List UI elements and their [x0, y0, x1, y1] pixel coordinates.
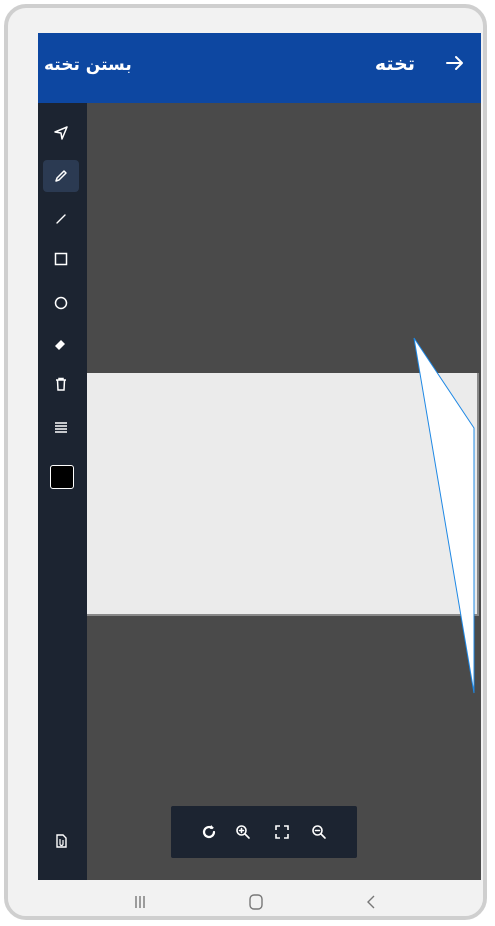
navigation-arrow-icon [54, 126, 68, 140]
line-icon [56, 214, 66, 224]
refresh-button[interactable] [198, 821, 220, 843]
pen-tool-button[interactable] [43, 160, 79, 192]
system-navigation-bar [8, 880, 483, 916]
back-icon[interactable] [362, 892, 382, 912]
zoom-out-icon [312, 825, 326, 839]
circle-tool-button[interactable] [43, 287, 79, 319]
zoom-out-button[interactable] [308, 821, 330, 843]
fullscreen-button[interactable] [271, 821, 293, 843]
attach-file-button[interactable] [43, 825, 79, 857]
home-icon[interactable] [246, 892, 266, 912]
color-swatch[interactable] [50, 465, 74, 489]
fullscreen-icon [275, 825, 289, 839]
tool-sidebar [38, 103, 87, 880]
circle-icon [54, 296, 68, 310]
zoom-toolbar [171, 806, 357, 858]
eraser-icon [55, 340, 65, 350]
zoom-in-icon [236, 825, 250, 839]
rectangle-tool-button[interactable] [43, 243, 79, 275]
zoom-in-button[interactable] [232, 821, 254, 843]
refresh-icon [202, 825, 216, 839]
attachment-file-icon [56, 834, 67, 848]
lines-icon [55, 422, 67, 433]
select-tool-button[interactable] [43, 117, 79, 149]
delete-tool-button[interactable] [43, 368, 79, 400]
pencil-icon [55, 170, 67, 182]
pen-stroke-drawing [413, 337, 475, 694]
square-icon [54, 252, 68, 266]
eraser-tool-button[interactable] [43, 328, 79, 360]
recent-apps-icon[interactable] [130, 892, 150, 912]
whiteboard-screen: بستن تخته تخته [38, 33, 481, 880]
trash-icon [56, 377, 66, 391]
line-tool-button[interactable] [43, 203, 79, 235]
line-width-tool-button[interactable] [43, 411, 79, 443]
device-frame: بستن تخته تخته [4, 4, 487, 920]
